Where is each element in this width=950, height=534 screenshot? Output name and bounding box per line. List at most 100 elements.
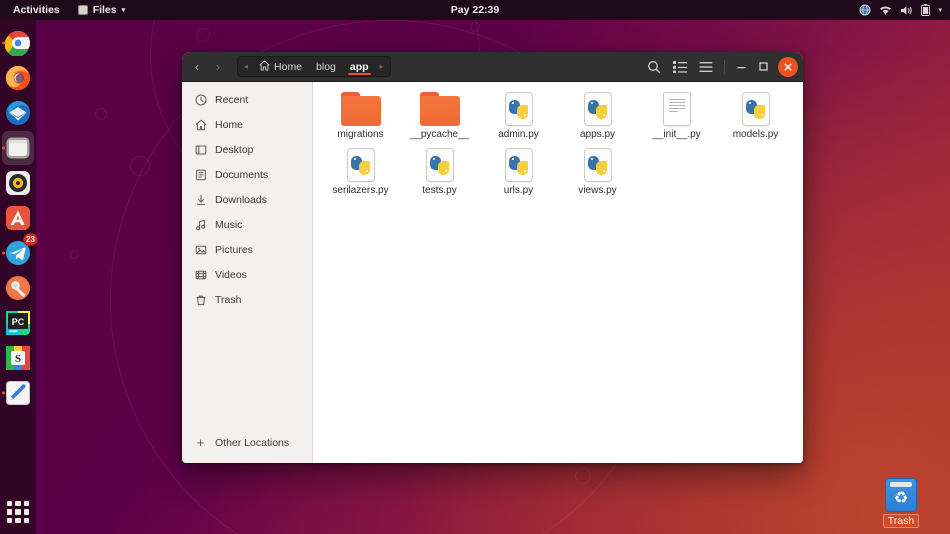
view-list-button[interactable] xyxy=(668,56,692,78)
sidebar-item-trash[interactable]: Trash xyxy=(182,287,312,312)
file-item-migrations[interactable]: migrations xyxy=(321,88,400,142)
python-file-icon xyxy=(583,148,612,183)
file-item-init-py[interactable]: __init__.py xyxy=(637,88,716,142)
file-item-pycache[interactable]: __pycache__ xyxy=(400,88,479,142)
breadcrumb-scroll-left-icon[interactable]: ◂ xyxy=(240,62,252,71)
search-button[interactable] xyxy=(642,56,666,78)
documents-icon xyxy=(194,168,207,181)
dock-item-firefox[interactable] xyxy=(2,61,34,95)
window-header-bar: ‹ › ◂ Home blog app ▸ xyxy=(182,52,803,82)
file-label: models.py xyxy=(732,129,779,140)
back-button[interactable]: ‹ xyxy=(187,56,207,78)
forward-button[interactable]: › xyxy=(208,56,228,78)
file-item-serilazers-py[interactable]: serilazers.py xyxy=(321,144,400,198)
text-file-icon xyxy=(662,92,691,126)
app-menu-button[interactable]: Files ▾ xyxy=(71,2,132,18)
file-item-tests-py[interactable]: tests.py xyxy=(400,144,479,198)
sidebar-item-label: Videos xyxy=(215,268,247,281)
dock-item-files[interactable] xyxy=(2,131,34,165)
desktop-icon xyxy=(194,143,207,156)
dock-item-sublime[interactable]: S xyxy=(2,341,34,375)
wifi-icon[interactable] xyxy=(879,5,892,16)
minimize-button[interactable] xyxy=(731,57,751,77)
breadcrumb: ◂ Home blog app ▸ xyxy=(237,56,391,77)
plus-icon: + xyxy=(196,435,205,450)
sidebar-item-desktop[interactable]: Desktop xyxy=(182,137,312,162)
sidebar-item-label: Pictures xyxy=(215,243,253,256)
breadcrumb-scroll-right-icon[interactable]: ▸ xyxy=(376,62,388,71)
wallpaper-circle xyxy=(95,108,107,120)
dock-item-rhythmbox[interactable] xyxy=(2,166,34,200)
app-grid-dot xyxy=(7,501,13,507)
dock-item-help[interactable] xyxy=(2,271,34,305)
wallpaper-circle xyxy=(575,468,591,484)
sidebar-item-other-locations[interactable]: + Other Locations xyxy=(182,430,312,455)
sidebar-item-recent[interactable]: Recent xyxy=(182,87,312,112)
file-label: admin.py xyxy=(498,129,539,140)
python-file-icon xyxy=(504,148,533,183)
sidebar-item-label: Trash xyxy=(215,293,242,306)
python-file-icon xyxy=(583,92,612,126)
desktop-trash-icon[interactable]: ♻ Trash xyxy=(872,478,930,528)
activities-button[interactable]: Activities xyxy=(6,2,67,18)
places-sidebar: Recent Home Desktop Documents Downloads … xyxy=(182,82,313,463)
trash-icon: ♻ xyxy=(885,478,917,512)
svg-text:PC: PC xyxy=(12,317,25,327)
file-item-views-py[interactable]: views.py xyxy=(558,144,637,198)
maximize-button[interactable] xyxy=(753,57,773,77)
sidebar-item-label: Recent xyxy=(215,93,249,106)
files-app-icon xyxy=(77,5,88,15)
sidebar-item-home[interactable]: Home xyxy=(182,112,312,137)
dock-item-thunderbird[interactable] xyxy=(2,96,34,130)
file-grid: migrations __pycache__ admin.py apps.py … xyxy=(321,88,795,198)
file-item-urls-py[interactable]: urls.py xyxy=(479,144,558,198)
app-grid-dot xyxy=(23,517,29,523)
dock-item-chrome[interactable] xyxy=(2,26,34,60)
trash-icon xyxy=(194,293,207,306)
dock-item-telegram[interactable]: 23 xyxy=(2,233,38,270)
python-file-icon xyxy=(425,148,454,183)
video-icon xyxy=(194,268,207,281)
ubuntu-software-icon xyxy=(5,205,31,231)
battery-icon[interactable] xyxy=(921,4,931,16)
breadcrumb-item-app[interactable]: app xyxy=(343,57,376,76)
close-button[interactable] xyxy=(778,56,798,77)
sidebar-item-label: Downloads xyxy=(215,193,267,206)
file-item-apps-py[interactable]: apps.py xyxy=(558,88,637,142)
sidebar-item-label: Desktop xyxy=(215,143,254,156)
rhythmbox-icon xyxy=(5,170,31,196)
file-item-admin-py[interactable]: admin.py xyxy=(479,88,558,142)
breadcrumb-item-blog[interactable]: blog xyxy=(309,57,343,76)
app-grid-dot xyxy=(23,501,29,507)
file-view[interactable]: migrations __pycache__ admin.py apps.py … xyxy=(313,82,803,463)
sidebar-item-music[interactable]: Music xyxy=(182,212,312,237)
file-item-models-py[interactable]: models.py xyxy=(716,88,795,142)
breadcrumb-label: app xyxy=(349,60,369,73)
menu-button[interactable] xyxy=(694,56,718,78)
dock-item-ubuntu-software[interactable] xyxy=(2,201,34,235)
volume-icon[interactable] xyxy=(900,5,913,16)
show-applications-button[interactable] xyxy=(2,496,34,528)
sidebar-item-pictures[interactable]: Pictures xyxy=(182,237,312,262)
network-icon[interactable] xyxy=(859,4,871,16)
folder-icon xyxy=(419,92,460,126)
file-label: __pycache__ xyxy=(409,129,470,140)
chevron-down-icon: ▾ xyxy=(121,7,126,14)
breadcrumb-item-home[interactable]: Home xyxy=(252,57,309,76)
sidebar-item-downloads[interactable]: Downloads xyxy=(182,187,312,212)
files-window: ‹ › ◂ Home blog app ▸ Recent Home Deskto… xyxy=(182,52,803,463)
wallpaper-circle xyxy=(196,28,210,42)
downloads-icon xyxy=(194,193,207,206)
text-editor-icon xyxy=(5,380,31,406)
picture-icon xyxy=(194,243,207,256)
sidebar-item-documents[interactable]: Documents xyxy=(182,162,312,187)
sidebar-item-videos[interactable]: Videos xyxy=(182,262,312,287)
dock-item-pycharm[interactable]: PC xyxy=(2,306,34,340)
system-menu-caret-icon[interactable]: ▾ xyxy=(938,6,942,14)
file-label: serilazers.py xyxy=(332,185,389,197)
app-grid-dot xyxy=(7,517,13,523)
clock[interactable]: Pay 22:39 xyxy=(0,4,950,16)
music-note-icon xyxy=(194,218,207,231)
pycharm-icon: PC xyxy=(5,310,31,336)
dock-item-text-editor[interactable] xyxy=(2,376,34,410)
